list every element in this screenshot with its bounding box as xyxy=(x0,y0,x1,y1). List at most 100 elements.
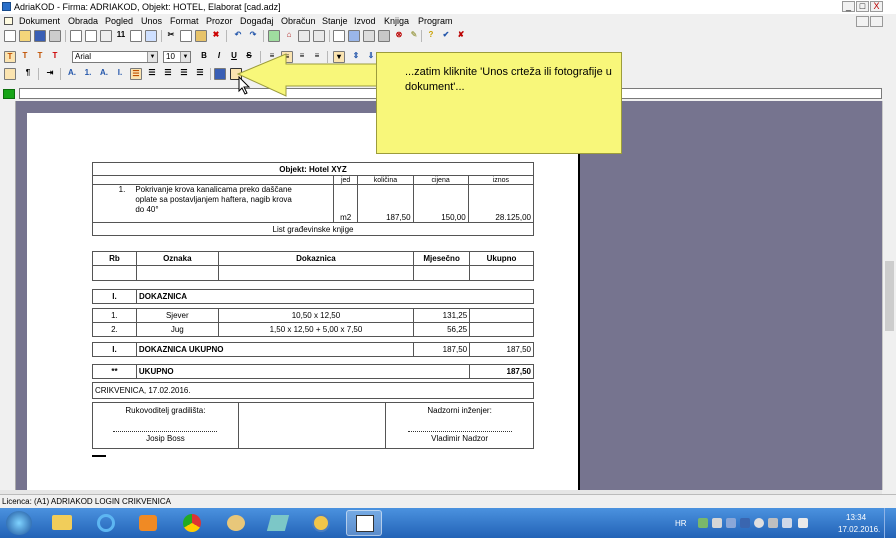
new-document-icon[interactable] xyxy=(4,30,16,42)
undo-icon[interactable]: ↶ xyxy=(232,30,244,42)
menu-knjiga[interactable]: Knjiga xyxy=(384,16,409,26)
media-player-icon[interactable] xyxy=(130,510,166,536)
close-button[interactable]: X xyxy=(870,1,883,12)
speaker-icon[interactable] xyxy=(798,518,808,528)
zoom-icon[interactable] xyxy=(85,30,97,42)
clock-date[interactable]: 17.02.2016. xyxy=(838,525,880,534)
help-icon[interactable]: ? xyxy=(425,30,437,42)
stop-icon[interactable]: ⊗ xyxy=(393,30,405,42)
cut-icon[interactable]: ✂ xyxy=(165,30,177,42)
numbered-list-icon[interactable]: ☰ xyxy=(130,68,142,80)
calc-icon[interactable] xyxy=(333,30,345,42)
subtotal-rb: I. xyxy=(92,342,137,357)
mouse-pointer-icon xyxy=(238,76,251,95)
preview-icon[interactable] xyxy=(70,30,82,42)
menu-dogadaj[interactable]: Događaj xyxy=(240,16,274,26)
maximize-button[interactable]: □ xyxy=(856,1,869,12)
language-indicator[interactable]: HR xyxy=(675,519,687,528)
tray-icon-3[interactable] xyxy=(726,518,736,528)
ie-icon[interactable] xyxy=(88,510,124,536)
start-button-icon[interactable] xyxy=(6,511,32,535)
vertical-scrollbar[interactable] xyxy=(882,101,896,490)
list-roman-button[interactable]: I. xyxy=(114,68,126,80)
bold-button[interactable]: B xyxy=(198,51,210,63)
outline-icon[interactable]: ☰ xyxy=(162,68,174,80)
list-numeric-button[interactable]: 1. xyxy=(82,68,94,80)
menu-dokument[interactable]: Dokument xyxy=(19,16,60,26)
subtotal-mjesecno: 187,50 xyxy=(413,342,471,357)
app-icon-6[interactable] xyxy=(303,510,339,536)
doc-restore-button[interactable] xyxy=(856,16,869,27)
refresh-icon[interactable] xyxy=(268,30,280,42)
print-icon[interactable] xyxy=(49,30,61,42)
chrome-icon[interactable] xyxy=(174,510,210,536)
table-icon[interactable] xyxy=(298,30,310,42)
bullets-icon[interactable]: ☰ xyxy=(146,68,158,80)
paragraph-icon[interactable]: ¶ xyxy=(22,68,34,80)
explorer-icon[interactable] xyxy=(44,510,80,536)
scrollbar-thumb[interactable] xyxy=(885,261,894,331)
menu-pogled[interactable]: Pogled xyxy=(105,16,133,26)
signature-left-name: Josip Boss xyxy=(146,434,185,443)
pen-icon[interactable]: ✎ xyxy=(408,30,420,42)
window-icon[interactable] xyxy=(145,30,157,42)
page-setup-icon[interactable] xyxy=(100,30,112,42)
app-icon-5[interactable] xyxy=(260,510,296,536)
tray-icon-6[interactable] xyxy=(768,518,778,528)
paint-icon[interactable] xyxy=(218,510,254,536)
menu-izvod[interactable]: Izvod xyxy=(354,16,376,26)
search-doc-icon[interactable] xyxy=(378,30,390,42)
total-table: ** UKUPNO 187,50 xyxy=(92,364,534,379)
document-page[interactable]: Objekt: Hotel XYZ jed količina cijena iz… xyxy=(27,113,580,490)
list-upper-alpha-button[interactable]: A. xyxy=(66,68,78,80)
doc-close-button[interactable] xyxy=(870,16,883,27)
indent-icon[interactable]: ⇥ xyxy=(44,68,56,80)
check-icon[interactable]: ✔ xyxy=(440,30,452,42)
status-indicator xyxy=(3,89,15,99)
clock-time[interactable]: 13:34 xyxy=(846,513,866,522)
delete-icon[interactable]: ✖ xyxy=(210,30,222,42)
menu-program[interactable]: Program xyxy=(418,16,453,26)
minimize-button[interactable]: _ xyxy=(842,1,855,12)
text-style-1-button[interactable]: T xyxy=(4,51,16,63)
undo-count-icon[interactable]: 11 xyxy=(115,30,127,42)
adriakod-task-icon[interactable] xyxy=(346,510,382,536)
font-name-select[interactable]: Arial ▼ xyxy=(72,51,158,63)
ruler-icon[interactable] xyxy=(363,30,375,42)
italic-button[interactable]: I xyxy=(213,51,225,63)
decrease-indent-icon[interactable]: ☰ xyxy=(178,68,190,80)
save-template-icon[interactable] xyxy=(214,68,226,80)
layout-icon[interactable] xyxy=(130,30,142,42)
grid-icon[interactable] xyxy=(313,30,325,42)
tray-icon-5[interactable] xyxy=(754,518,764,528)
document-menu-icon[interactable] xyxy=(4,17,13,25)
paste-icon[interactable] xyxy=(195,30,207,42)
filter-icon[interactable] xyxy=(348,30,360,42)
menu-stanje[interactable]: Stanje xyxy=(322,16,348,26)
tray-icon-4[interactable] xyxy=(740,518,750,528)
increase-indent-icon[interactable]: ☰ xyxy=(194,68,206,80)
list-alpha-button[interactable]: A. xyxy=(98,68,110,80)
menu-prozor[interactable]: Prozor xyxy=(206,16,233,26)
menu-obrada[interactable]: Obrada xyxy=(68,16,98,26)
network-icon[interactable] xyxy=(782,518,792,528)
subtotal-label: DOKAZNICA UKUPNO xyxy=(135,342,415,357)
open-folder-icon[interactable] xyxy=(19,30,31,42)
tray-icon-1[interactable] xyxy=(698,518,708,528)
exit-icon[interactable]: ✘ xyxy=(455,30,467,42)
home-icon[interactable]: ⌂ xyxy=(283,30,295,42)
save-icon[interactable] xyxy=(34,30,46,42)
font-size-select[interactable]: 10 ▼ xyxy=(163,51,191,63)
menu-unos[interactable]: Unos xyxy=(141,16,162,26)
menu-format[interactable]: Format xyxy=(170,16,199,26)
redo-icon[interactable]: ↷ xyxy=(247,30,259,42)
subtotal-table: I. DOKAZNICA UKUPNO 187,50 187,50 xyxy=(92,342,534,357)
text-style-2-button[interactable]: T xyxy=(19,51,31,63)
text-style-3-button[interactable]: T xyxy=(34,51,46,63)
copy-icon[interactable] xyxy=(180,30,192,42)
tray-icon-2[interactable] xyxy=(712,518,722,528)
paragraph-style-icon[interactable] xyxy=(4,68,16,80)
show-desktop-button[interactable] xyxy=(884,508,896,538)
text-style-4-button[interactable]: T xyxy=(49,51,61,63)
menu-obracun[interactable]: Obračun xyxy=(281,16,316,26)
